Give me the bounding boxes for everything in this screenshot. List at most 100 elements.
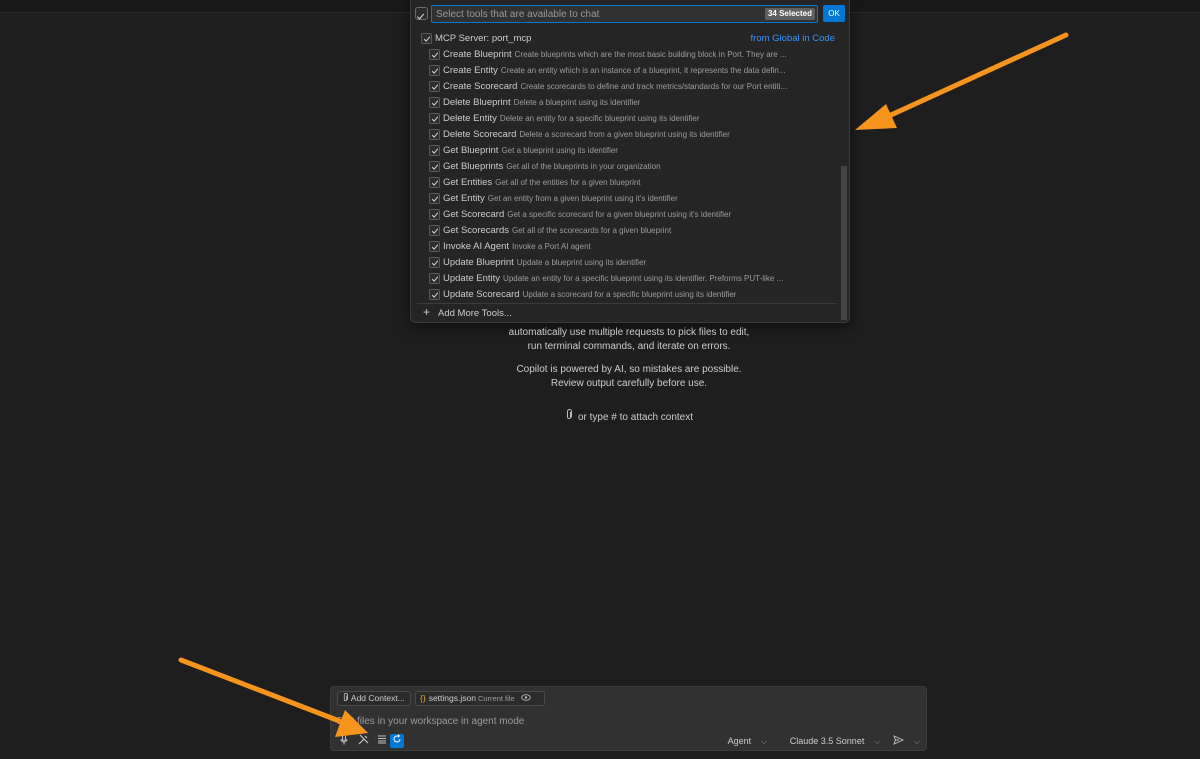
tool-item[interactable]: Get Entities Get all of the entities for … [411, 175, 843, 191]
tool-checkbox[interactable] [429, 161, 440, 172]
disclaimer-line: Review output carefully before use. [550, 378, 708, 389]
check-icon [431, 196, 439, 202]
tool-checkbox[interactable] [429, 241, 440, 252]
tool-label: Get Blueprints [443, 161, 504, 172]
tool-item[interactable]: Create Entity Create an entity which is a… [411, 63, 843, 79]
paperclip-icon [342, 693, 351, 703]
tool-item[interactable]: Get Scorecard Get a specific scorecard fo… [411, 207, 843, 223]
tool-item[interactable]: Get Scorecards Get all of the scorecards … [411, 223, 843, 239]
chat-options: Agent ⌵ Claude 3.5 Sonnet ⌵ ⌵ [708, 734, 920, 748]
tool-description: Delete an entity for a specific blueprin… [499, 114, 700, 123]
tool-description: Invoke a Port AI agent [512, 242, 591, 251]
tool-checkbox[interactable] [429, 273, 440, 284]
tool-filter-input[interactable] [432, 6, 752, 22]
tool-checkbox[interactable] [429, 193, 440, 204]
divider [417, 303, 837, 304]
tool-list: MCP Server: port_mcp from Global in Code… [411, 31, 843, 303]
tool-checkbox[interactable] [429, 81, 440, 92]
json-file-icon: {} [420, 693, 426, 703]
tool-checkbox[interactable] [429, 225, 440, 236]
tool-item[interactable]: Delete Scorecard Delete a scorecard from … [411, 127, 843, 143]
tool-description: Get all of the blueprints in your organi… [506, 162, 661, 171]
tool-item[interactable]: Get Entity Get an entity from a given blu… [411, 191, 843, 207]
check-icon [431, 292, 439, 298]
tool-filter-input-box[interactable]: 34 Selected [431, 5, 818, 23]
tool-checkbox[interactable] [429, 257, 440, 268]
disclaimer-line: Copilot is powered by AI, so mistakes ar… [516, 364, 742, 375]
tool-label: Update Blueprint [443, 257, 514, 268]
tool-checkbox[interactable] [429, 145, 440, 156]
tool-item[interactable]: Create Scorecard Create scorecards to def… [411, 79, 843, 95]
tool-checkbox[interactable] [429, 97, 440, 108]
tool-item[interactable]: Update Blueprint Update a blueprint using… [411, 255, 843, 271]
check-icon [416, 13, 425, 20]
tool-checkbox[interactable] [429, 65, 440, 76]
model-label: Claude 3.5 Sonnet [789, 736, 865, 746]
add-more-tools-button[interactable]: + Add More Tools... [423, 305, 512, 319]
tool-label: Update Entity [443, 273, 501, 284]
mcp-server-row[interactable]: MCP Server: port_mcp from Global in Code [411, 31, 843, 47]
tool-label: Delete Scorecard [443, 129, 517, 140]
tool-checkbox[interactable] [429, 177, 440, 188]
tool-description: Update a blueprint using its identifier [516, 258, 647, 267]
check-icon [431, 132, 439, 138]
server-checkbox[interactable] [421, 33, 432, 44]
tool-item[interactable]: Get Blueprint Get a blueprint using its i… [411, 143, 843, 159]
tool-label: Get Scorecard [443, 209, 505, 220]
welcome-line: automatically use multiple requests to p… [508, 327, 750, 338]
chat-input[interactable] [337, 714, 897, 728]
mode-selector[interactable]: Agent ⌵ [718, 734, 768, 749]
tool-label: Invoke AI Agent [443, 241, 510, 252]
arrow-pointing-to-tool-list [855, 32, 1069, 130]
tool-item[interactable]: Update Scorecard Update a scorecard for a… [411, 287, 843, 303]
ok-button[interactable]: OK [823, 5, 845, 22]
microphone-icon[interactable] [337, 734, 351, 748]
tool-label: Create Entity [443, 65, 498, 76]
tools-icon[interactable] [356, 734, 370, 748]
tool-checkbox[interactable] [429, 49, 440, 60]
tool-item[interactable]: Delete Entity Delete an entity for a spec… [411, 111, 843, 127]
check-icon [431, 276, 439, 282]
tool-description: Get all of the scorecards for a given bl… [512, 226, 672, 235]
tool-description: Get all of the entities for a given blue… [495, 178, 641, 187]
file-chip-label: settings.json [428, 693, 476, 703]
check-icon [431, 180, 439, 186]
scrollbar-thumb[interactable] [841, 166, 847, 320]
chevron-down-icon: ⌵ [874, 737, 881, 746]
tool-item[interactable]: Create Blueprint Create blueprints which … [411, 47, 843, 63]
file-chip-sub: Current file [477, 694, 515, 703]
tool-label: Get Entity [443, 193, 485, 204]
refresh-icon[interactable] [390, 734, 404, 748]
tool-item[interactable]: Invoke AI Agent Invoke a Port AI agent [411, 239, 843, 255]
check-icon [423, 36, 431, 42]
tool-item[interactable]: Get Blueprints Get all of the blueprints … [411, 159, 843, 175]
check-icon [431, 68, 439, 74]
attach-hint: or type # to attach context [400, 409, 858, 423]
attach-hint-text: or type # to attach context [577, 412, 694, 423]
selected-count-badge: 34 Selected [764, 8, 815, 20]
tool-label: Get Entities [443, 177, 493, 188]
tool-label: Delete Entity [443, 113, 497, 124]
welcome-message: automatically use multiple requests to p… [400, 326, 858, 391]
toggle-all-checkbox[interactable] [415, 7, 428, 20]
tool-item[interactable]: Update Entity Update an entity for a spec… [411, 271, 843, 287]
list-icon[interactable] [375, 734, 389, 748]
check-icon [431, 116, 439, 122]
tool-checkbox[interactable] [429, 129, 440, 140]
server-source-link[interactable]: from Global in Code [751, 31, 835, 47]
tool-checkbox[interactable] [429, 113, 440, 124]
model-selector[interactable]: Claude 3.5 Sonnet ⌵ [780, 734, 881, 749]
eye-icon[interactable] [521, 693, 531, 703]
file-context-chip[interactable]: {} settings.json Current file [415, 691, 545, 706]
paperclip-icon [565, 409, 573, 423]
add-context-button[interactable]: Add Context... [337, 691, 411, 706]
tool-checkbox[interactable] [429, 209, 440, 220]
mode-label: Agent [727, 736, 752, 746]
tool-item[interactable]: Delete Blueprint Delete a blueprint using… [411, 95, 843, 111]
add-context-label: Add Context... [350, 693, 405, 703]
send-button[interactable]: ⌵ [893, 734, 920, 749]
tool-label: Delete Blueprint [443, 97, 511, 108]
check-icon [431, 212, 439, 218]
tool-description: Create an entity which is an instance of… [500, 66, 786, 75]
tool-checkbox[interactable] [429, 289, 440, 300]
